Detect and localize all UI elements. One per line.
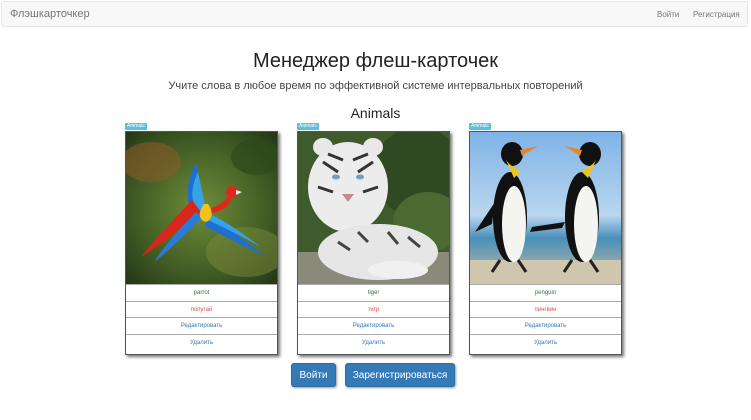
brand-logo[interactable]: Флэшкарточкер — [10, 8, 90, 20]
penguin-image — [470, 132, 621, 284]
category-badge: Animals — [297, 123, 319, 130]
tiger-image — [298, 132, 449, 284]
page-subtitle: Учите слова в любое время по эффективной… — [168, 80, 583, 92]
login-button[interactable]: Войти — [291, 363, 336, 387]
edit-card-link[interactable]: Редактировать — [298, 317, 449, 334]
navbar: Флэшкарточкер Войти Регистрация — [1, 1, 748, 27]
delete-card-link[interactable]: Удалить — [126, 333, 277, 351]
delete-card-link[interactable]: Удалить — [298, 333, 449, 351]
flashcard-parrot: Animals parrot попугай Редактировать Уда… — [125, 123, 278, 355]
page-title: Менеджер флеш-карточек — [252, 50, 498, 72]
card-translation: попугай — [126, 300, 277, 318]
flashcard-tiger: Animals tiger тигр Редактировать Удалить — [297, 123, 450, 355]
deck-title: Animals — [350, 105, 401, 121]
card-translation: пингвин — [470, 300, 621, 318]
parrot-image — [126, 132, 277, 284]
edit-card-link[interactable]: Редактировать — [126, 317, 277, 334]
flashcard-penguin: Animals penguin пингвин Редактировать Уд — [469, 123, 622, 355]
edit-card-link[interactable]: Редактировать — [470, 317, 621, 334]
category-badge: Animals — [469, 123, 491, 130]
nav-login-link[interactable]: Войти — [657, 10, 679, 19]
nav-register-link[interactable]: Регистрация — [693, 10, 740, 19]
card-translation: тигр — [298, 300, 449, 318]
card-word: tiger — [298, 284, 449, 301]
card-word: parrot — [126, 284, 277, 301]
card-word: penguin — [470, 284, 621, 301]
register-button[interactable]: Зарегистрироваться — [345, 363, 455, 387]
delete-card-link[interactable]: Удалить — [470, 333, 621, 351]
category-badge: Animals — [125, 123, 147, 130]
